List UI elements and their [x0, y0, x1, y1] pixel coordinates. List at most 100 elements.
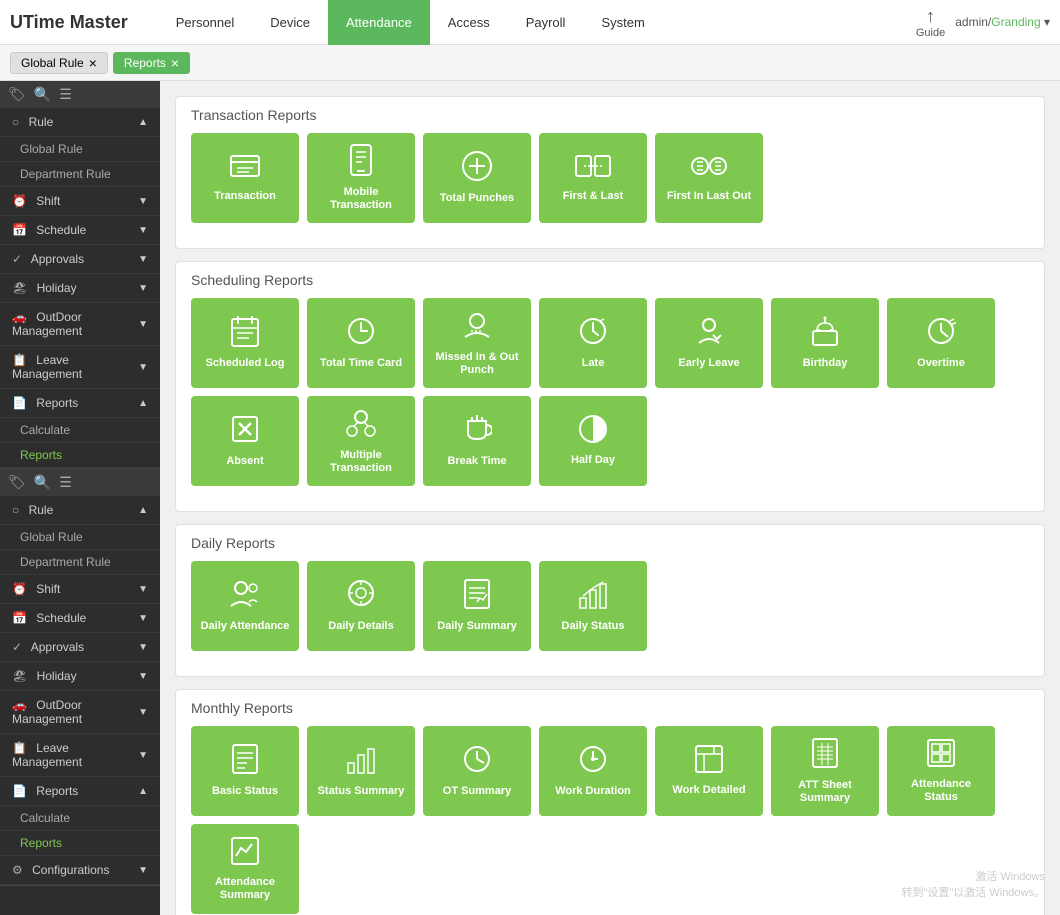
first-in-last-out-icon: [691, 152, 727, 185]
sidebar-rule-1[interactable]: ○ Rule ▲: [0, 108, 160, 137]
card-break-time[interactable]: Break Time: [423, 396, 531, 486]
birthday-icon: [809, 315, 841, 352]
sidebar-schedule-2[interactable]: 📅 Schedule ▼: [0, 604, 160, 633]
card-total-time-card[interactable]: Total Time Card: [307, 298, 415, 388]
tag-icon[interactable]: 🏷: [8, 86, 26, 103]
card-early-leave[interactable]: Early Leave: [655, 298, 763, 388]
sidebar-calculate-2[interactable]: Calculate: [0, 806, 160, 831]
card-attendance-summary[interactable]: Attendance Summary: [191, 824, 299, 914]
sidebar-shift-1[interactable]: ⏰ Shift ▼: [0, 187, 160, 216]
tab-global-rule-close[interactable]: ×: [89, 56, 97, 70]
card-multiple-transaction[interactable]: Multiple Transaction: [307, 396, 415, 486]
daily-summary-label: Daily Summary: [437, 620, 516, 633]
multiple-transaction-label: Multiple Transaction: [315, 449, 407, 475]
card-missed-in-out-punch[interactable]: Missed In & Out Punch: [423, 298, 531, 388]
attendance-summary-icon: [230, 836, 260, 871]
sidebar-section-2: 🏷 🔍 ☰ ○ Rule ▲ Global Rule Department Ru…: [0, 469, 160, 886]
content-area: Transaction Reports Transaction Mobile T…: [160, 81, 1060, 915]
search-icon-1[interactable]: 🔍: [34, 86, 51, 103]
half-day-icon: [578, 414, 608, 449]
sidebar-reports-2[interactable]: 📄 Reports ▲: [0, 777, 160, 806]
user-name[interactable]: Granding: [991, 15, 1040, 29]
sidebar-leave-2[interactable]: 📋 Leave Management ▼: [0, 734, 160, 777]
scheduled-log-icon: [231, 315, 259, 352]
card-scheduled-log[interactable]: Scheduled Log: [191, 298, 299, 388]
sidebar-department-rule-2[interactable]: Department Rule: [0, 550, 160, 575]
card-transaction[interactable]: Transaction: [191, 133, 299, 223]
ot-summary-label: OT Summary: [443, 785, 511, 798]
monthly-reports-grid: Basic Status Status Summary OT Summary: [191, 726, 1029, 914]
tab-global-rule[interactable]: Global Rule ×: [10, 52, 108, 74]
mobile-transaction-label: Mobile Transaction: [315, 186, 407, 212]
config-icon: ⚙: [12, 863, 23, 877]
menu-icon-1[interactable]: ☰: [59, 86, 72, 103]
nav-device[interactable]: Device: [252, 0, 328, 45]
card-absent[interactable]: Absent: [191, 396, 299, 486]
card-basic-status[interactable]: Basic Status: [191, 726, 299, 816]
tab-reports-close[interactable]: ×: [171, 56, 179, 70]
nav-system[interactable]: System: [583, 0, 662, 45]
card-ot-summary[interactable]: OT Summary: [423, 726, 531, 816]
scheduling-reports-section: Scheduling Reports Scheduled Log Total T…: [175, 261, 1045, 512]
sidebar-global-rule-2[interactable]: Global Rule: [0, 525, 160, 550]
sidebar-section-1: 🏷 🔍 ☰ ○ Rule ▲ Global Rule Department Ru…: [0, 81, 160, 469]
sidebar-approvals-1[interactable]: ✓ Approvals ▼: [0, 245, 160, 274]
card-birthday[interactable]: Birthday: [771, 298, 879, 388]
sidebar-reports-sub-2[interactable]: Reports: [0, 831, 160, 856]
card-first-in-last-out[interactable]: First In Last Out: [655, 133, 763, 223]
guide-button[interactable]: ↑ Guide: [916, 6, 945, 39]
card-half-day[interactable]: Half Day: [539, 396, 647, 486]
user-info: admin/Granding ▾: [955, 15, 1050, 29]
user-prefix: admin/: [955, 15, 991, 29]
card-status-summary[interactable]: Status Summary: [307, 726, 415, 816]
nav-payroll[interactable]: Payroll: [508, 0, 584, 45]
sidebar-global-rule-1[interactable]: Global Rule: [0, 137, 160, 162]
nav-access[interactable]: Access: [430, 0, 508, 45]
nav-attendance[interactable]: Attendance: [328, 0, 430, 45]
approvals-arrow-2: ▼: [138, 642, 148, 653]
card-daily-summary[interactable]: Daily Summary: [423, 561, 531, 651]
sidebar-outdoor-2[interactable]: 🚗 OutDoor Management ▼: [0, 691, 160, 734]
work-detailed-icon: [694, 744, 724, 779]
card-late[interactable]: Late: [539, 298, 647, 388]
sidebar-approvals-2[interactable]: ✓ Approvals ▼: [0, 633, 160, 662]
card-mobile-transaction[interactable]: Mobile Transaction: [307, 133, 415, 223]
tab-reports[interactable]: Reports ×: [113, 52, 190, 74]
sidebar-outdoor-1[interactable]: 🚗 OutDoor Management ▼: [0, 303, 160, 346]
rule-icon-2: ○: [12, 503, 19, 517]
sidebar-calculate-1[interactable]: Calculate: [0, 418, 160, 443]
card-att-sheet-summary[interactable]: ATT Sheet Summary: [771, 726, 879, 816]
scheduling-reports-title: Scheduling Reports: [191, 272, 1029, 288]
rule-arrow-1: ▲: [138, 117, 148, 128]
nav-right: ↑ Guide admin/Granding ▾: [916, 6, 1050, 39]
sidebar-shift-2[interactable]: ⏰ Shift ▼: [0, 575, 160, 604]
sidebar-schedule-1[interactable]: 📅 Schedule ▼: [0, 216, 160, 245]
holiday-icon-1: 🏖: [12, 281, 27, 295]
card-work-duration[interactable]: Work Duration: [539, 726, 647, 816]
sidebar-reports-sub-1[interactable]: Reports: [0, 443, 160, 468]
sidebar: 🏷 🔍 ☰ ○ Rule ▲ Global Rule Department Ru…: [0, 81, 160, 915]
leave-icon-1: 📋: [12, 353, 27, 367]
card-daily-details[interactable]: Daily Details: [307, 561, 415, 651]
search-icon-2[interactable]: 🔍: [34, 474, 51, 491]
absent-icon: [229, 413, 261, 450]
sidebar-reports-1[interactable]: 📄 Reports ▲: [0, 389, 160, 418]
tag-icon-2[interactable]: 🏷: [8, 474, 26, 491]
outdoor-icon-1: 🚗: [12, 310, 27, 324]
nav-personnel[interactable]: Personnel: [158, 0, 253, 45]
card-daily-attendance[interactable]: Daily Attendance: [191, 561, 299, 651]
sidebar-leave-1[interactable]: 📋 Leave Management ▼: [0, 346, 160, 389]
card-overtime[interactable]: Overtime: [887, 298, 995, 388]
sidebar-holiday-1[interactable]: 🏖 Holiday ▼: [0, 274, 160, 303]
menu-icon-2[interactable]: ☰: [59, 474, 72, 491]
card-work-detailed[interactable]: Work Detailed: [655, 726, 763, 816]
rule-arrow-2: ▲: [138, 505, 148, 516]
card-daily-status[interactable]: Daily Status: [539, 561, 647, 651]
card-attendance-status[interactable]: Attendance Status: [887, 726, 995, 816]
sidebar-configurations[interactable]: ⚙ Configurations ▼: [0, 856, 160, 885]
sidebar-rule-2[interactable]: ○ Rule ▲: [0, 496, 160, 525]
card-total-punches[interactable]: Total Punches: [423, 133, 531, 223]
sidebar-holiday-2[interactable]: 🏖 Holiday ▼: [0, 662, 160, 691]
card-first-last[interactable]: First & Last: [539, 133, 647, 223]
sidebar-department-rule-1[interactable]: Department Rule: [0, 162, 160, 187]
